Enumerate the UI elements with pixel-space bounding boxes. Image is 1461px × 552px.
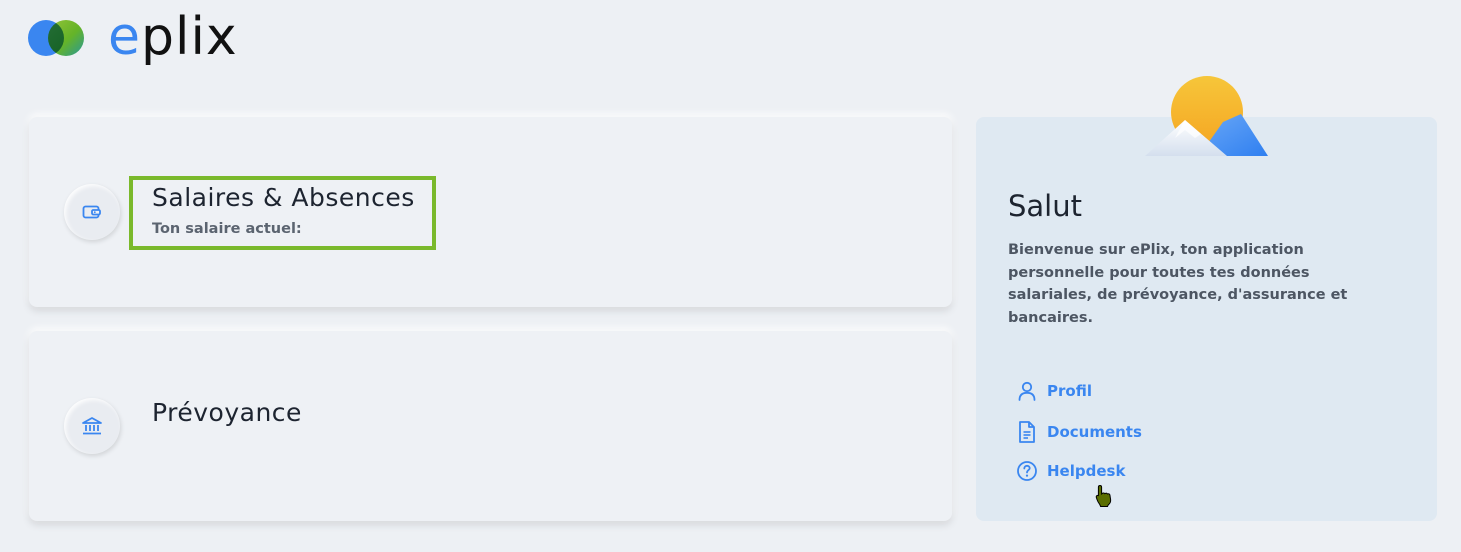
sun-mountains-illustration bbox=[1145, 76, 1268, 156]
welcome-text: Bienvenue sur ePlix, ton application per… bbox=[1008, 242, 1348, 326]
profil-link[interactable]: Profil bbox=[1016, 380, 1092, 402]
welcome-title: Salut bbox=[1008, 189, 1082, 223]
welcome-panel: Salut Bienvenue sur ePlix, ton applicati… bbox=[976, 117, 1437, 521]
logo-mark-icon bbox=[28, 17, 86, 57]
user-icon bbox=[1016, 380, 1038, 402]
helpdesk-label: Helpdesk bbox=[1047, 462, 1126, 480]
prevoyance-card[interactable]: Prévoyance bbox=[29, 331, 952, 521]
document-icon bbox=[1016, 420, 1038, 444]
highlight-box bbox=[129, 176, 436, 250]
eplix-logo[interactable]: eplix bbox=[28, 7, 238, 67]
profil-label: Profil bbox=[1047, 382, 1092, 400]
help-icon bbox=[1016, 460, 1038, 482]
documents-label: Documents bbox=[1047, 423, 1142, 441]
card-title: Prévoyance bbox=[152, 398, 302, 427]
salaires-absences-card[interactable]: Salaires & Absences Ton salaire actuel: bbox=[29, 117, 952, 307]
documents-link[interactable]: Documents bbox=[1016, 420, 1142, 444]
wallet-icon bbox=[64, 184, 120, 240]
logo-wordmark: eplix bbox=[108, 7, 238, 67]
hand-cursor-icon bbox=[1095, 484, 1112, 507]
helpdesk-link[interactable]: Helpdesk bbox=[1016, 460, 1125, 482]
bank-icon bbox=[64, 398, 120, 454]
